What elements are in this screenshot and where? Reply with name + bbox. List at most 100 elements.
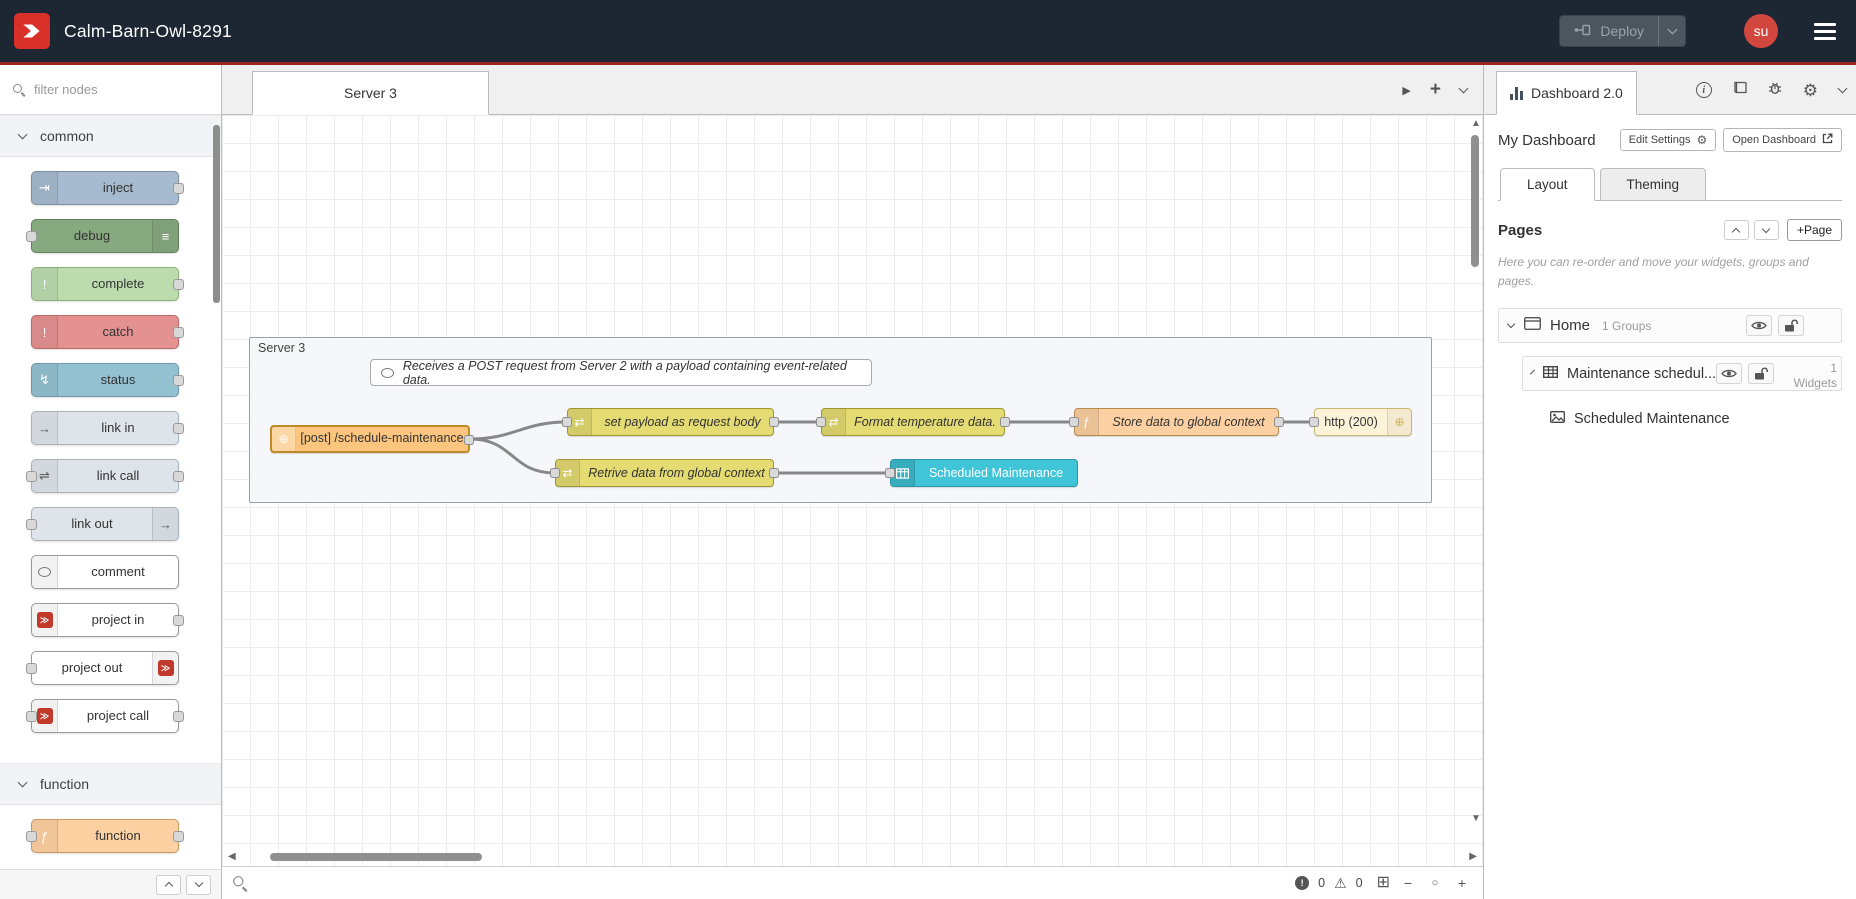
palette-filter-input[interactable] [34,82,184,97]
output-port[interactable] [173,471,184,482]
output-port[interactable] [173,615,184,626]
visibility-toggle-button[interactable] [1746,315,1772,337]
palette-node-link-call[interactable]: ⇌ link call [26,459,184,493]
add-page-button[interactable]: +Page [1786,219,1842,241]
error-icon[interactable]: ! [1295,876,1310,890]
output-port[interactable] [1000,417,1010,427]
help-book-icon[interactable] [1733,81,1747,99]
collapse-all-pages-button[interactable] [1723,220,1749,240]
palette-node-comment[interactable]: comment [31,555,179,589]
input-port[interactable] [26,519,37,530]
horizontal-scrollbar-thumb[interactable] [270,853,482,861]
tab-layout[interactable]: Layout [1500,168,1595,201]
input-port[interactable] [885,468,895,478]
vertical-scrollbar-thumb[interactable] [1471,135,1479,267]
info-icon[interactable]: i [1695,82,1712,98]
output-port[interactable] [173,279,184,290]
deploy-options-button[interactable] [1658,16,1685,46]
palette-category-function[interactable]: function [0,763,221,805]
tab-scroll-right-icon[interactable]: ▶ [1402,84,1410,97]
debug-bug-icon[interactable] [1768,81,1782,100]
zoom-reset-button[interactable]: ○ [1426,877,1444,889]
tab-list-button[interactable] [1458,83,1469,94]
palette-node-link-out[interactable]: → link out [26,507,179,541]
palette-node-status[interactable]: ↯ status [31,363,184,397]
open-dashboard-button[interactable]: Open Dashboard [1723,128,1842,152]
workspace-tab-server3[interactable]: Server 3 [252,71,489,115]
node-http-response[interactable]: ⊕ http (200) [1309,408,1412,436]
palette-node-project-in[interactable]: ≫ project in [31,603,184,637]
input-port[interactable] [26,831,37,842]
output-port[interactable] [769,417,779,427]
output-port[interactable] [1274,417,1284,427]
add-tab-button[interactable]: + [1430,79,1441,101]
user-avatar[interactable]: su [1744,14,1778,48]
node-table-widget[interactable]: Scheduled Maintenance [885,459,1078,487]
scroll-left-icon[interactable]: ◀ [228,852,236,862]
output-port[interactable] [173,711,184,722]
expand-all-button[interactable] [186,874,211,895]
tab-theming[interactable]: Theming [1599,168,1707,201]
scroll-right-icon[interactable]: ▶ [1469,852,1477,862]
edit-settings-button[interactable]: Edit Settings ⚙ [1619,129,1717,151]
dashboard-tree: Home 1 Groups Maintenance schedul... 1 W… [1498,308,1842,434]
scroll-down-icon[interactable]: ▼ [1471,814,1481,824]
node-http-in[interactable]: ⊕ [post] /schedule-maintenance [270,425,474,453]
lock-toggle-button[interactable] [1748,363,1775,385]
zoom-out-button[interactable]: − [1399,875,1417,891]
node-retrieve-global[interactable]: ⇄ Retrive data from global context [550,459,779,487]
visibility-toggle-button[interactable] [1716,363,1743,385]
main-menu-button[interactable] [1814,22,1836,40]
expand-all-pages-button[interactable] [1753,220,1779,240]
palette-node-inject[interactable]: ⇥ inject [31,171,184,205]
palette-node-link-in[interactable]: → link in [31,411,184,445]
tab-dashboard-2[interactable]: Dashboard 2.0 [1496,71,1637,115]
input-port[interactable] [562,417,572,427]
tree-row-page-home[interactable]: Home 1 Groups [1498,308,1842,344]
sidebar-menu-chevron-icon[interactable] [1837,83,1848,94]
palette-scrollbar-thumb[interactable] [213,125,220,303]
horizontal-scrollbar[interactable]: ◀ ▶ [228,852,1477,862]
input-port[interactable] [550,468,560,478]
chevron-down-icon[interactable] [1506,319,1516,329]
warning-icon[interactable]: ⚠ [1334,876,1347,890]
input-port[interactable] [816,417,826,427]
collapse-all-button[interactable] [156,874,181,895]
vertical-scrollbar[interactable]: ▲ ▼ [1470,119,1481,824]
zoom-in-button[interactable]: + [1453,875,1471,891]
palette-node-project-out[interactable]: ≫ project out [26,651,179,685]
node-set-payload[interactable]: ⇄ set payload as request body [562,408,779,436]
node-comment[interactable]: Receives a POST request from Server 2 wi… [370,359,872,387]
palette-node-project-call[interactable]: ≫ project call [26,699,184,733]
input-port[interactable] [26,231,37,242]
input-port[interactable] [1309,417,1319,427]
palette-node-debug[interactable]: ≡ debug [26,219,179,253]
node-store-global[interactable]: ƒ Store data to global context [1069,408,1284,436]
node-format-temperature[interactable]: ⇄ Format temperature data. [816,408,1010,436]
output-port[interactable] [173,831,184,842]
tree-row-group-maintenance[interactable]: Maintenance schedul... 1 Widgets [1522,356,1842,392]
output-port[interactable] [173,183,184,194]
output-port[interactable] [173,375,184,386]
palette-node-function[interactable]: ƒ function [26,819,184,853]
lock-toggle-button[interactable] [1778,315,1804,337]
gear-icon[interactable]: ⚙ [1803,82,1818,99]
palette-category-common[interactable]: common [0,115,221,157]
output-port[interactable] [464,435,474,445]
input-port[interactable] [26,663,37,674]
palette-node-complete[interactable]: ! complete [31,267,184,301]
output-port[interactable] [173,423,184,434]
output-port[interactable] [769,468,779,478]
output-port[interactable] [173,327,184,338]
minimap-toggle-icon[interactable]: ⊞ [1377,875,1390,891]
input-port[interactable] [26,471,37,482]
tree-row-widget-scheduled-maintenance[interactable]: Scheduled Maintenance [1546,404,1842,434]
chevron-down-icon[interactable] [1530,369,1535,375]
input-port[interactable] [1069,417,1079,427]
scroll-up-icon[interactable]: ▲ [1471,119,1481,129]
input-port[interactable] [26,711,37,722]
deploy-button[interactable]: Deploy [1559,15,1686,47]
flow-canvas[interactable]: Server 3 Receives a POST request from Se… [222,115,1483,866]
canvas-search-button[interactable] [233,876,247,890]
palette-node-catch[interactable]: ! catch [31,315,184,349]
